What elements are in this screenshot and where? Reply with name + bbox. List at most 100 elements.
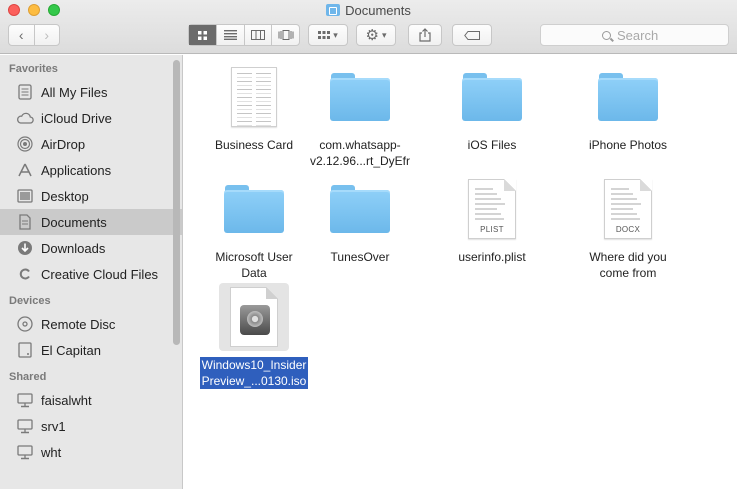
sidebar-item-label: Documents (41, 214, 107, 230)
sidebar-item-label: Downloads (41, 240, 106, 256)
chevron-down-icon: ▾ (381, 29, 387, 40)
file-name-line: Data (241, 266, 267, 280)
sidebar-scrollbar[interactable] (173, 60, 180, 345)
sidebar-item-label: All My Files (41, 84, 108, 100)
document-file-icon: PLIST (468, 179, 516, 239)
sidebar-item-icloud-drive[interactable]: iCloud Drive (0, 105, 182, 131)
computer-icon (16, 391, 34, 409)
search-input[interactable] (617, 27, 667, 43)
tag-icon (464, 30, 480, 40)
devices-heading: Devices (9, 295, 51, 307)
file-name-line: Where did you (589, 250, 667, 264)
file-name-line: iOS Files (467, 138, 517, 152)
view-mode-group (188, 24, 300, 46)
sidebar-device-el-capitan[interactable]: El Capitan (0, 337, 182, 363)
applications-icon (16, 161, 34, 179)
sidebar-item-documents[interactable]: Documents (0, 209, 182, 235)
sidebar-shared-faisalwht[interactable]: faisalwht (0, 387, 182, 413)
file-name-line: userinfo.plist (458, 250, 526, 264)
sidebar-item-desktop[interactable]: Desktop (0, 183, 182, 209)
favorites-list: All My Files iCloud Drive AirDrop Applicati… (0, 79, 182, 287)
file-name: iPhone Photos (563, 137, 693, 153)
search-field[interactable] (540, 24, 729, 46)
list-icon (223, 30, 237, 40)
disk-image-icon (230, 287, 278, 347)
column-view-button[interactable] (243, 25, 272, 45)
file-name: Windows10_Insider Preview_...0130.iso (189, 357, 319, 389)
file-item[interactable]: iOS Files (427, 63, 557, 153)
sidebar-item-creative-cloud-files[interactable]: Creative Cloud Files (0, 261, 182, 287)
file-type-tag: PLIST (480, 225, 504, 234)
file-item[interactable]: DOCX Where did you come from (563, 175, 693, 281)
file-name-line: TunesOver (330, 250, 390, 264)
file-name-line: Preview_...0130.iso (199, 373, 309, 389)
file-item[interactable]: PLIST userinfo.plist (427, 175, 557, 265)
file-name-line: come from (599, 266, 657, 280)
file-item[interactable]: com.whatsapp-v2.12.96...rt_DyEfr (295, 63, 425, 169)
favorites-heading: Favorites (9, 63, 58, 75)
sidebar-item-label: faisalwht (41, 392, 92, 408)
document-file-icon: DOCX (604, 179, 652, 239)
sidebar-item-label: srv1 (41, 418, 66, 434)
file-icon-view: Business Card com.whatsapp-v2.12.96...rt_… (184, 55, 737, 489)
sidebar-item-label: AirDrop (41, 136, 86, 152)
file-item[interactable]: TunesOver (295, 175, 425, 265)
document-preview-icon (231, 67, 277, 127)
creative-cloud-icon (16, 265, 34, 283)
file-name: iOS Files (427, 137, 557, 153)
back-button[interactable]: ‹ (9, 25, 34, 45)
airdrop-icon (16, 135, 34, 153)
computer-icon (16, 417, 34, 435)
share-icon (419, 28, 431, 42)
sidebar-item-label: iCloud Drive (41, 110, 112, 126)
list-view-button[interactable] (215, 25, 244, 45)
shared-heading: Shared (9, 371, 47, 383)
sidebar-shared-wht[interactable]: wht (0, 439, 182, 465)
window-toolbar: Documents ‹ › ▾ ⚙ ▾ (0, 0, 737, 54)
file-name-line: iPhone Photos (588, 138, 668, 152)
icon-view-button[interactable] (189, 25, 216, 45)
file-thumbnail (219, 283, 289, 351)
downloads-icon (16, 239, 34, 257)
file-name: Where did you come from (563, 249, 693, 281)
sidebar-item-all-my-files[interactable]: All My Files (0, 79, 182, 105)
file-name-line: Windows10_Insider (199, 357, 309, 373)
file-name: userinfo.plist (427, 249, 557, 265)
file-thumbnail (457, 63, 527, 131)
computer-icon (16, 443, 34, 461)
cover-flow-view-button[interactable] (271, 25, 299, 45)
search-icon (602, 30, 611, 40)
drive-icon (16, 341, 34, 359)
file-item[interactable]: iPhone Photos (563, 63, 693, 153)
sidebar-item-label: Applications (41, 162, 112, 178)
window-title: Documents (0, 3, 737, 18)
action-button[interactable]: ⚙ ▾ (356, 24, 396, 46)
gear-icon: ⚙ (365, 27, 379, 44)
file-name: TunesOver (295, 249, 425, 265)
file-thumbnail: DOCX (593, 175, 663, 243)
sidebar-shared-srv1[interactable]: srv1 (0, 413, 182, 439)
forward-button[interactable]: › (33, 25, 60, 45)
sidebar-item-label: Desktop (41, 188, 89, 204)
sidebar-item-applications[interactable]: Applications (0, 157, 182, 183)
disc-icon (16, 315, 34, 333)
arrange-button[interactable]: ▾ (308, 24, 348, 46)
file-name: com.whatsapp-v2.12.96...rt_DyEfr (295, 137, 425, 169)
share-button[interactable] (408, 24, 442, 46)
file-name-line: v2.12.96...rt_DyEfr (309, 154, 411, 168)
file-item[interactable]: Windows10_Insider Preview_...0130.iso (189, 283, 319, 389)
sidebar-item-downloads[interactable]: Downloads (0, 235, 182, 261)
file-thumbnail (325, 175, 395, 243)
sidebar-item-airdrop[interactable]: AirDrop (0, 131, 182, 157)
file-thumbnail (219, 175, 289, 243)
cloud-icon (16, 109, 34, 127)
edit-tags-button[interactable] (452, 24, 492, 46)
sidebar-device-remote-disc[interactable]: Remote Disc (0, 311, 182, 337)
sidebar: Favorites All My Files iCloud Drive AirDro… (0, 55, 183, 489)
folder-icon (598, 73, 658, 121)
back-forward-group: ‹ › (8, 24, 60, 46)
grid-icon (197, 30, 207, 40)
folder-icon (330, 73, 390, 121)
file-name-line: com.whatsapp- (319, 138, 401, 152)
folder-icon (330, 185, 390, 233)
